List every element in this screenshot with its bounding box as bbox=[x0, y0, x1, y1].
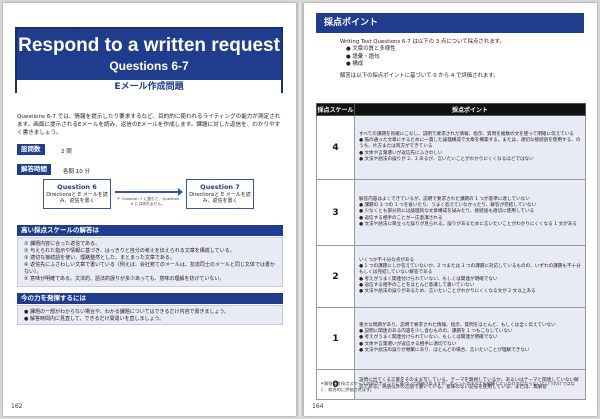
point-line: ● 1 つの課題にしか答えていないか、2 つまたは 3 つの課題に対応しているも… bbox=[359, 264, 581, 276]
score-cell: 3 bbox=[316, 179, 355, 246]
question-count-label: 設問数 bbox=[17, 144, 45, 155]
criteria-item: ● 語彙・語句 bbox=[346, 53, 380, 60]
email-task-label: Eメール作成問題 bbox=[17, 80, 281, 94]
point-line: ● 文法や語法の誤りがあるため、言いたいことがわかりにくくなる文が 2 文以上あ… bbox=[359, 288, 536, 294]
list-item: ● 解答時間内に見直して、できるだけ間違いを直しましょう。 bbox=[24, 316, 165, 322]
table-header-score: 採点スケール bbox=[316, 103, 355, 116]
table-header-points: 採点ポイント bbox=[354, 103, 586, 116]
list-item: ② 与えられた指示や情報に基づき、はっきりと自分の考えを伝えられる文章を構成して… bbox=[24, 248, 235, 254]
list-item: ③ 適切な接続語を使い、理路整然とした、まとまった文章である。 bbox=[24, 255, 175, 261]
arrow-right-icon bbox=[115, 188, 183, 196]
book-spine bbox=[297, 3, 303, 416]
score-cell: 1 bbox=[316, 307, 355, 370]
question-6-title: Question 6 bbox=[57, 183, 97, 191]
criteria-item: ● 構成 bbox=[346, 61, 364, 68]
criteria-item: ● 文章の質と多様性 bbox=[346, 46, 396, 53]
point-line: ● 文法や語法の誤りが頻繁にあり、ほとんどの場合、言いたいことが理解できない bbox=[359, 347, 530, 353]
table-row: 4 すべての課題を的確にこなし、説明で要求された情報、指示、質問を複数の文を使っ… bbox=[316, 115, 586, 180]
page-number: 164 bbox=[312, 403, 324, 410]
points-cell: 解答内容はよくできているが、説明で要求された課題の 1 つが基準に達していない … bbox=[354, 179, 586, 246]
table-row: 1 重大な問題があり、説明で要求された情報、指示、質問をほとんど、もしくは全く伝… bbox=[316, 307, 586, 370]
point-line: ● 文法や語法の誤りが 2、3 あるが、言いたいことがわかりにくくなるほどではな… bbox=[359, 156, 534, 162]
action-label: 今の力を発揮するには bbox=[17, 293, 283, 304]
intro-text: Questions 6-7 では、情報を提示したり要求するなど、目的的に使われる… bbox=[17, 114, 281, 136]
score-cell: 2 bbox=[316, 245, 355, 308]
scoring-title: 採点ポイント bbox=[316, 13, 584, 33]
question-6-desc: Directionsと E メールを読み、返信を書く bbox=[46, 192, 108, 204]
table-header-row: 採点スケール 採点ポイント bbox=[316, 103, 586, 116]
question-7-box: Question 7 Directionsと E メールを読み、返信を書く bbox=[186, 179, 254, 209]
page-subtitle: Questions 6-7 bbox=[109, 59, 189, 73]
answer-time-label: 解答時間 bbox=[17, 164, 51, 175]
page-number: 162 bbox=[11, 403, 23, 410]
points-cell: すべての課題を的確にこなし、説明で要求された情報、指示、質問を複数の文を使って明… bbox=[354, 115, 586, 180]
left-page: Respond to a written request Questions 6… bbox=[3, 3, 296, 416]
score-cell: 4 bbox=[316, 115, 355, 180]
points-cell: 重大な問題があり、説明で要求された情報、指示、質問をほとんど、もしくは全く伝えて… bbox=[354, 307, 586, 370]
intro-line-2: 解答は以下の採点ポイントに基づいて 0 から 4 で評価されます。 bbox=[340, 72, 499, 79]
flow-note: ＊ Question 7 に進むと、Question 6 には戻れません。 bbox=[116, 196, 180, 206]
page-title: Respond to a written request bbox=[18, 35, 280, 56]
question-count-value: 2 問 bbox=[61, 149, 72, 155]
high-score-list: ① 課題内容に合った返信である。 ② 与えられた指示や情報に基づき、はっきりと自… bbox=[17, 237, 283, 287]
high-score-label: 高い採点スケールの解答は bbox=[17, 225, 283, 236]
table-row: 2 いくつか不十分な点がある ● 1 つの課題にしか答えていないか、2 つまたは… bbox=[316, 245, 586, 308]
point-line: ● 文法や語法に目立った誤りが見られる。誤りがあるために言いたいことがわかりにく… bbox=[359, 221, 577, 227]
answer-time-value: 各問 10 分 bbox=[63, 169, 90, 175]
scoring-table: 採点スケール 採点ポイント 4 すべての課題を的確にこなし、説明で要求された情報… bbox=[316, 103, 586, 400]
list-item: ④ 返信先にふさわしい文章で書いている（例えば、会社宛てのメールは、友達同士のメ… bbox=[24, 262, 275, 275]
list-item: ⑤ 意味が明確である。文法的、語法的誤りが多少あっても、意味の理解を妨げていない… bbox=[24, 276, 225, 282]
title-banner: Respond to a written request Questions 6… bbox=[15, 27, 283, 94]
list-item: ① 課題内容に合った返信である。 bbox=[24, 241, 101, 247]
action-list: ● 課題の一部がわからない場合や、わかる課題についてはできるだけ内容で書きましょ… bbox=[17, 305, 283, 325]
footnote: ＊解答は各採点スケールの採点ポイントに基づいて評価されますが、ポイントのすべてを… bbox=[320, 381, 575, 392]
list-item: ● 課題の一部がわからない場合や、わかる課題についてはできるだけ内容で書きましょ… bbox=[24, 309, 230, 315]
question-7-title: Question 7 bbox=[200, 183, 240, 191]
question-7-desc: Directionsと E メールを読み、返信を書く bbox=[189, 192, 251, 204]
right-page: 採点ポイント Writing Test Questions 6-7 は以下の 3… bbox=[304, 3, 597, 416]
point-line: ● 筋の通った文章にするために一貫した論理構成で文章を構築する。または、適切な接… bbox=[359, 138, 581, 150]
table-row: 3 解答内容はよくできているが、説明で要求された課題の 1 つが基準に達していな… bbox=[316, 179, 586, 246]
question-6-box: Question 6 Directionsと E メールを読み、返信を書く bbox=[43, 179, 111, 209]
scoring-intro: Writing Test Questions 6-7 は以下の 3 点について採… bbox=[340, 39, 580, 80]
points-cell: いくつか不十分な点がある ● 1 つの課題にしか答えていないか、2 つまたは 3… bbox=[354, 245, 586, 308]
